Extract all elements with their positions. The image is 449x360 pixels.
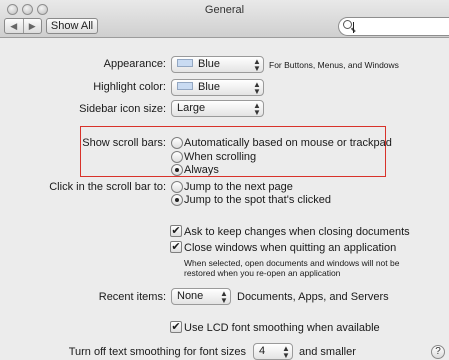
close-windows-note-1: When selected, open documents and window… (184, 258, 400, 268)
popup-arrows-icon: ▲ ▼ (220, 289, 228, 305)
radio-scroll-always-label[interactable]: Always (184, 164, 219, 176)
back-arrow-icon[interactable]: ◀ (5, 19, 23, 33)
highlight-color-value: Blue (198, 81, 221, 93)
search-icon (343, 20, 352, 29)
popup-arrows-icon: ▲ ▼ (253, 80, 261, 96)
show-all-button[interactable]: Show All (46, 18, 98, 34)
popup-arrows-icon: ▲ ▼ (282, 344, 290, 360)
text-smoothing-label: Turn off text smoothing for font sizes (68, 346, 246, 358)
text-caret (353, 22, 354, 33)
radio-jump-next-page[interactable] (171, 181, 183, 193)
recent-items-label: Recent items: (98, 291, 166, 303)
forward-arrow-icon[interactable]: ▶ (22, 19, 42, 33)
radio-scroll-automatic[interactable] (171, 137, 183, 149)
sidebar-icon-size-label: Sidebar icon size: (79, 103, 166, 115)
ask-keep-changes-label[interactable]: Ask to keep changes when closing documen… (184, 226, 410, 238)
radio-scroll-automatic-label[interactable]: Automatically based on mouse or trackpad (184, 137, 392, 149)
close-windows-note-2: restored when you re-open an application (184, 268, 341, 278)
color-swatch-icon (177, 59, 193, 68)
appearance-note: For Buttons, Menus, and Windows (269, 60, 399, 70)
window-title: General (204, 4, 245, 16)
appearance-label: Appearance: (103, 58, 166, 70)
click-scroll-bar-label: Click in the scroll bar to: (49, 181, 166, 193)
show-scroll-bars-label: Show scroll bars: (82, 137, 166, 149)
highlight-color-label: Highlight color: (93, 81, 166, 93)
close-windows-label[interactable]: Close windows when quitting an applicati… (184, 242, 396, 254)
popup-arrows-icon: ▲ ▼ (253, 101, 261, 117)
sidebar-icon-size-popup[interactable]: Large ▲ ▼ (171, 100, 264, 117)
text-smoothing-suffix: and smaller (299, 346, 356, 358)
close-windows-checkbox[interactable]: ✔ (170, 241, 182, 253)
text-smoothing-size-value: 4 (259, 345, 266, 357)
recent-items-suffix: Documents, Apps, and Servers (237, 291, 389, 303)
radio-jump-to-spot-label[interactable]: Jump to the spot that's clicked (184, 194, 331, 206)
help-button[interactable]: ? (431, 345, 445, 359)
search-input[interactable] (338, 17, 449, 36)
sidebar-icon-size-value: Large (177, 102, 206, 114)
radio-scroll-when-scrolling-label[interactable]: When scrolling (184, 151, 256, 163)
lcd-smoothing-checkbox[interactable]: ✔ (170, 321, 182, 333)
lcd-smoothing-label[interactable]: Use LCD font smoothing when available (184, 322, 380, 334)
radio-scroll-always[interactable] (171, 164, 183, 176)
appearance-value: Blue (198, 58, 221, 70)
recent-items-value: None (177, 290, 204, 302)
ask-keep-changes-checkbox[interactable]: ✔ (170, 225, 182, 237)
radio-jump-to-spot[interactable] (171, 194, 183, 206)
back-forward-group: ◀ ▶ (4, 18, 42, 34)
appearance-popup[interactable]: Blue ▲ ▼ (171, 56, 264, 73)
radio-scroll-when-scrolling[interactable] (171, 151, 183, 163)
popup-arrows-icon: ▲ ▼ (253, 57, 261, 73)
recent-items-popup[interactable]: None ▲ ▼ (171, 288, 231, 305)
text-smoothing-size-popup[interactable]: 4 ▲ ▼ (253, 343, 293, 360)
radio-jump-next-page-label[interactable]: Jump to the next page (184, 181, 293, 193)
highlight-color-popup[interactable]: Blue ▲ ▼ (171, 79, 264, 96)
color-swatch-icon (177, 82, 193, 91)
